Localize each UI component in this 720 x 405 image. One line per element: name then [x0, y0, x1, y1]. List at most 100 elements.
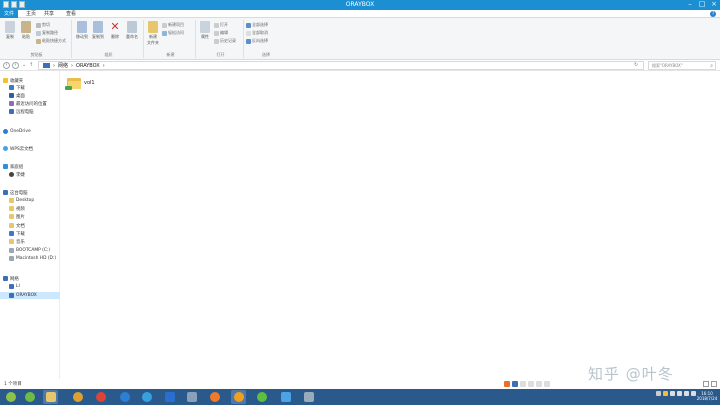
tray-arrow-icon[interactable] [656, 391, 661, 396]
nav-remote[interactable]: 远程电脑 [0, 108, 60, 115]
nav-pc-pictures[interactable]: 图片 [0, 213, 60, 220]
start-button[interactable] [3, 390, 18, 404]
tab-home[interactable]: 主页 [22, 10, 40, 18]
copy-to-button[interactable]: 复制到 [91, 21, 105, 40]
tab-file[interactable]: 文件 [0, 10, 19, 18]
history-button[interactable]: 历史记录 [214, 38, 236, 44]
select-none-button[interactable]: 全部取消 [246, 30, 268, 36]
paste-button[interactable]: 粘贴 [19, 21, 33, 40]
nav-homegroup-user[interactable]: 李婕 [0, 171, 60, 178]
breadcrumb[interactable]: › 网络 › ORAYBOX › [38, 61, 644, 70]
taskbar-app-firefox[interactable] [207, 390, 222, 404]
browser-icon [24, 392, 35, 402]
taskbar-app-oray[interactable] [231, 390, 246, 404]
item-count: 1 个项目 [4, 382, 22, 387]
nav-network[interactable]: 网络 [0, 275, 60, 282]
nav-pc-music[interactable]: 音乐 [0, 238, 60, 245]
help-icon[interactable]: ? [710, 11, 716, 17]
nav-thispc[interactable]: 这台电脑 [0, 189, 60, 196]
ime-emoji-icon[interactable] [528, 381, 534, 387]
close-button[interactable]: × [708, 0, 720, 10]
rename-button[interactable]: 重命名 [125, 21, 139, 40]
taskbar-app-wps[interactable] [278, 390, 293, 404]
taskbar-app-wechat[interactable] [254, 390, 269, 404]
nav-recent[interactable]: 最近访问的位置 [0, 100, 60, 107]
select-all-button[interactable]: 全部选择 [246, 22, 268, 28]
nav-pc-downloads[interactable]: 下载 [0, 230, 60, 237]
new-item-icon [162, 22, 167, 28]
search-input[interactable]: 搜索"ORAYBOX" ⌕ [648, 61, 716, 70]
maximize-button[interactable]: □ [696, 0, 708, 10]
search-icon: ⌕ [710, 63, 713, 69]
clock[interactable]: 16:10 2018/7/24 [696, 391, 718, 401]
taskbar-app-qq-browser[interactable] [117, 390, 132, 404]
firefox-icon [209, 392, 220, 402]
nav-downloads[interactable]: 下载 [0, 84, 60, 91]
taskbar-app-files[interactable] [184, 390, 199, 404]
ime-settings-icon[interactable] [544, 381, 550, 387]
forward-button[interactable]: › [12, 62, 19, 69]
properties-button[interactable]: 属性 [198, 21, 212, 40]
nav-wps[interactable]: WPS云文档 [0, 145, 60, 152]
ime-keyboard-icon[interactable] [536, 381, 542, 387]
nav-bootcamp[interactable]: BOOTCAMP (C:) [0, 247, 60, 254]
cloud-icon [3, 129, 8, 134]
cut-button[interactable]: 剪切 [36, 22, 50, 28]
tray-app-icon[interactable] [663, 391, 668, 396]
up-arrow-icon[interactable]: ↑ [29, 62, 33, 68]
new-folder-button[interactable]: 新建 文件夹 [146, 21, 160, 46]
taskbar-app-browser[interactable] [22, 390, 37, 404]
network-status-icon[interactable] [670, 391, 675, 396]
invert-selection-button[interactable]: 反向选择 [246, 38, 268, 44]
recent-dropdown-icon[interactable]: ⌄ [22, 62, 26, 68]
tab-share[interactable]: 共享 [40, 10, 58, 18]
computer-icon [9, 293, 14, 298]
move-to-button[interactable]: 移动到 [75, 21, 89, 40]
ime-mode-icon[interactable] [512, 381, 518, 387]
details-view-icon[interactable] [703, 381, 709, 387]
nav-macintosh[interactable]: Macintosh HD (D:) [0, 255, 60, 262]
taskbar-app-feishu[interactable] [162, 390, 177, 404]
back-button[interactable]: ‹ [3, 62, 10, 69]
nav-homegroup[interactable]: 家庭组 [0, 163, 60, 170]
taskbar-app-cloud[interactable] [139, 390, 154, 404]
nav-desktop[interactable]: 桌面 [0, 92, 60, 99]
sogou-ime-icon[interactable] [504, 381, 510, 387]
breadcrumb-network[interactable]: 网络 [58, 62, 68, 69]
cloud-app-icon [141, 392, 152, 402]
select-group: 全部选择 全部取消 反向选择 选择 [246, 20, 286, 58]
taskbar-app-rdp[interactable] [301, 390, 316, 404]
edit-button[interactable]: 编辑 [214, 30, 228, 36]
list-item[interactable]: vol1 [65, 77, 95, 90]
media-player-icon [72, 392, 83, 402]
volume-icon[interactable] [677, 391, 682, 396]
nav-favorites[interactable]: 收藏夹 [0, 77, 60, 84]
nav-network-li[interactable]: LI [0, 283, 60, 290]
easy-access-button[interactable]: 轻松访问 [162, 30, 184, 36]
ime-punct-icon[interactable] [520, 381, 526, 387]
taskbar-app-chrome[interactable] [93, 390, 108, 404]
minimize-button[interactable]: – [684, 0, 696, 10]
delete-button[interactable]: ✕ 删除 [108, 21, 122, 40]
history-icon [214, 38, 219, 44]
nav-pc-docs[interactable]: 文档 [0, 222, 60, 229]
copy-button[interactable]: 复制 [3, 21, 17, 40]
taskbar-app-media[interactable] [70, 390, 85, 404]
download-icon [9, 231, 14, 236]
copy-path-button[interactable]: 复制路径 [36, 30, 58, 36]
new-item-button[interactable]: 新建项目 [162, 22, 184, 28]
battery-icon[interactable] [684, 391, 689, 396]
tab-view[interactable]: 查看 [62, 10, 80, 18]
nav-onedrive[interactable]: OneDrive [0, 128, 60, 135]
large-icons-view-icon[interactable] [711, 381, 717, 387]
breadcrumb-oraybox[interactable]: ORAYBOX [76, 63, 100, 69]
nav-pc-desktop[interactable]: Desktop [0, 197, 60, 204]
select-all-icon [246, 22, 251, 28]
paste-shortcut-button[interactable]: 粘贴快捷方式 [36, 38, 66, 44]
video-folder-icon [9, 206, 14, 211]
refresh-icon[interactable]: ↻ [634, 62, 638, 68]
nav-pc-videos[interactable]: 视频 [0, 205, 60, 212]
open-button[interactable]: 打开 [214, 22, 228, 28]
nav-network-oraybox[interactable]: ORAYBOX [0, 292, 60, 299]
taskbar-app-explorer[interactable] [43, 390, 58, 404]
